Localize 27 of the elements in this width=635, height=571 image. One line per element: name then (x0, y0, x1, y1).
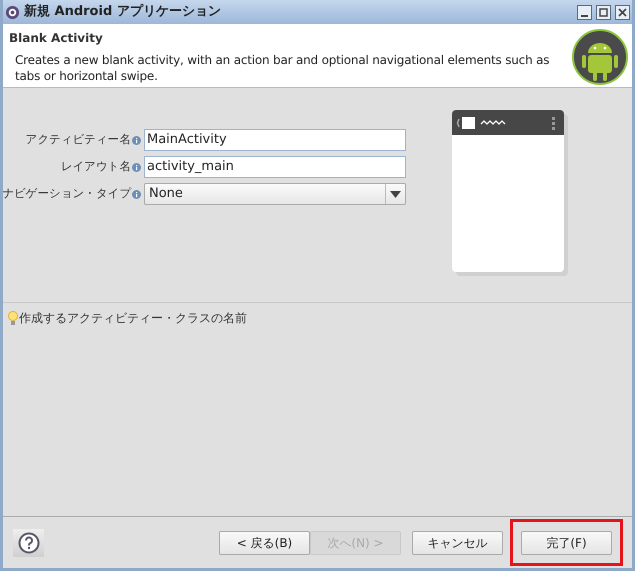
field-label: アクティビティー名 (26, 131, 131, 148)
info-icon (132, 162, 141, 172)
close-icon (618, 8, 627, 16)
help-icon (18, 532, 40, 554)
close-button[interactable] (615, 4, 630, 20)
info-icon (132, 136, 141, 144)
dialog-button[interactable]: キャンセル (412, 530, 503, 554)
minimize-icon (580, 14, 589, 16)
maximize-icon (599, 8, 608, 16)
help-button[interactable] (13, 528, 44, 556)
text-input[interactable]: activity_main (144, 156, 406, 178)
dropdown-arrow-icon (390, 190, 401, 198)
dialog-button[interactable]: 完了(F) (521, 531, 612, 555)
dialog-button[interactable]: < 戻る(B) (219, 530, 310, 554)
minimize-button[interactable] (577, 4, 592, 20)
text-input[interactable]: MainActivity (144, 129, 406, 151)
window-title: 新規 Android アプリケーション (24, 2, 222, 22)
lightbulb-icon (8, 310, 18, 326)
hint-text: 作成するアクティビティー・クラスの名前 (19, 310, 247, 327)
navigation-type-dropdown[interactable]: None (144, 183, 406, 205)
maximize-button[interactable] (596, 4, 611, 20)
page-description: Creates a new blank activity, with an action bar and optional navigational elements such as tabs or horizontal swipe. (14, 52, 550, 84)
field-label: ナビゲーション・タイプ (3, 185, 131, 202)
android-logo-icon (572, 29, 628, 85)
info-icon (132, 190, 141, 198)
page-title: Blank Activity (9, 30, 104, 47)
field-label: レイアウト名 (60, 158, 131, 176)
